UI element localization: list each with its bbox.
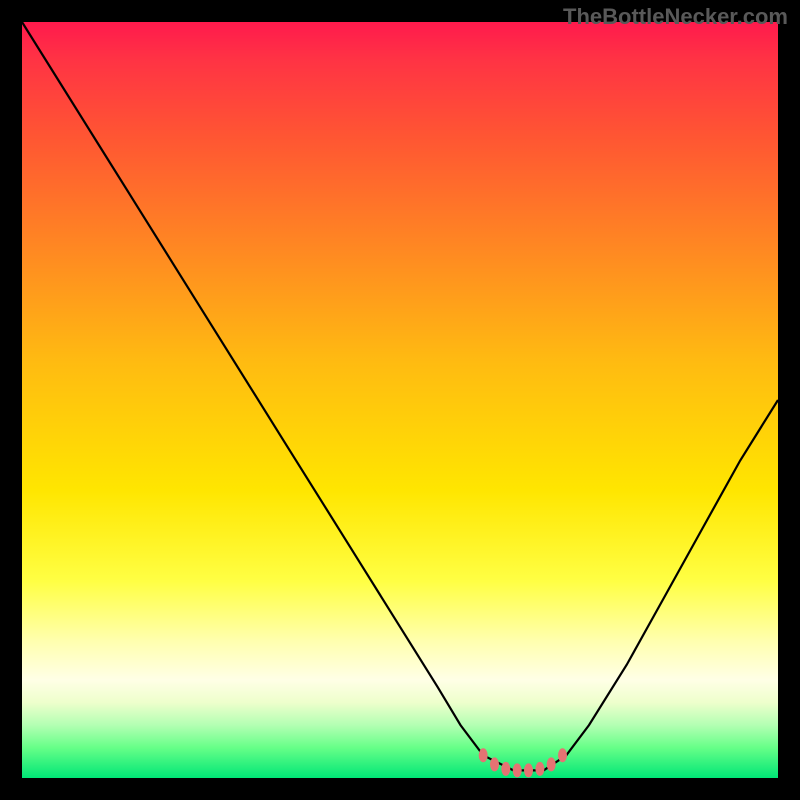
- chart-plot-area: [22, 22, 778, 778]
- watermark-text: TheBottleNecker.com: [563, 4, 788, 30]
